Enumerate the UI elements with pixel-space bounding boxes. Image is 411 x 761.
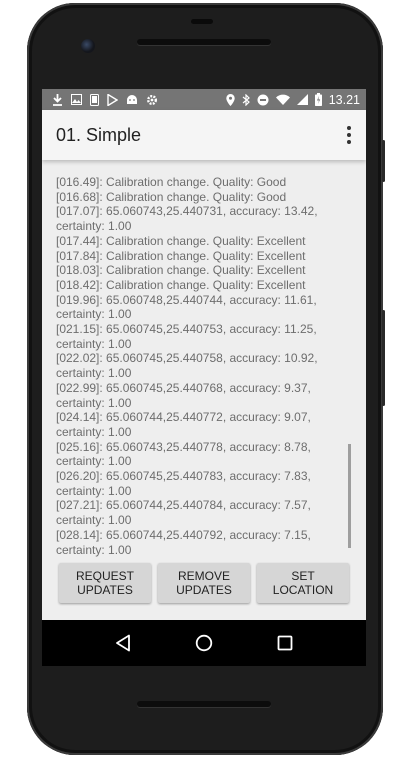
navigation-bar bbox=[42, 620, 366, 666]
do-not-disturb-icon bbox=[257, 94, 269, 105]
log-line: [021.15]: 65.060745,25.440753, accuracy:… bbox=[56, 322, 320, 351]
log-line: [024.14]: 65.060744,25.440772, accuracy:… bbox=[56, 410, 315, 439]
battery-icon bbox=[314, 93, 322, 106]
log-output[interactable]: [016.49]: Calibration change. Quality: G… bbox=[56, 175, 346, 557]
proximity-sensor bbox=[191, 19, 213, 24]
volume-rocker[interactable] bbox=[382, 310, 385, 406]
request-updates-button[interactable]: REQUEST UPDATES bbox=[59, 563, 151, 603]
phone-icon bbox=[90, 93, 99, 106]
settings-icon bbox=[147, 94, 157, 105]
action-buttons: REQUEST UPDATES REMOVE UPDATES SET LOCAT… bbox=[59, 563, 349, 603]
log-line: [028.14]: 65.060744,25.440792, accuracy:… bbox=[56, 527, 315, 557]
overflow-menu-icon[interactable] bbox=[344, 126, 354, 144]
recents-icon[interactable] bbox=[275, 633, 295, 653]
log-line: [022.02]: 65.060745,25.440758, accuracy:… bbox=[56, 351, 321, 381]
log-line: [027.21]: 65.060744,25.440784, accuracy:… bbox=[56, 498, 315, 528]
play-store-icon bbox=[107, 93, 118, 106]
back-icon[interactable] bbox=[113, 633, 133, 653]
log-line: [018.03]: Calibration change. Quality: E… bbox=[56, 263, 306, 278]
log-line: [016.49]: Calibration change. Quality: G… bbox=[56, 175, 287, 189]
download-icon bbox=[53, 93, 62, 106]
bluetooth-icon bbox=[242, 93, 250, 106]
set-location-button[interactable]: SET LOCATION bbox=[257, 563, 349, 603]
log-line: [026.20]: 65.060745,25.440783, accuracy:… bbox=[56, 469, 315, 498]
log-scrollbar[interactable] bbox=[348, 444, 351, 548]
log-line: [017.44]: Calibration change. Quality: E… bbox=[56, 233, 306, 248]
log-line: [022.99]: 65.060745,25.440768, accuracy:… bbox=[56, 380, 315, 410]
front-camera bbox=[81, 39, 95, 53]
image-icon bbox=[71, 94, 82, 105]
log-line: [017.07]: 65.060743,25.440731, accuracy:… bbox=[56, 204, 321, 234]
power-button[interactable] bbox=[382, 140, 385, 182]
screen: 13.21 01. Simple [016.49]: Calibration c… bbox=[42, 89, 366, 620]
android-icon bbox=[127, 95, 137, 104]
status-time: 13.21 bbox=[328, 92, 360, 107]
log-line: [016.68]: Calibration change. Quality: G… bbox=[56, 189, 287, 204]
earpiece-speaker bbox=[137, 39, 271, 45]
home-icon[interactable] bbox=[194, 633, 214, 653]
page-title: 01. Simple bbox=[56, 124, 142, 145]
log-line: [025.16]: 65.060743,25.440778, accuracy:… bbox=[56, 439, 315, 469]
signal-icon bbox=[296, 94, 308, 105]
bottom-speaker bbox=[137, 701, 271, 707]
log-line: [018.42]: Calibration change. Quality: E… bbox=[56, 277, 306, 292]
wifi-icon bbox=[275, 94, 290, 105]
status-bar: 13.21 bbox=[42, 89, 366, 110]
remove-updates-button[interactable]: REMOVE UPDATES bbox=[158, 563, 250, 603]
location-icon bbox=[226, 93, 235, 106]
log-line: [019.96]: 65.060748,25.440744, accuracy:… bbox=[56, 292, 320, 322]
log-line: [017.84]: Calibration change. Quality: E… bbox=[56, 248, 306, 263]
app-bar: 01. Simple bbox=[42, 110, 366, 160]
